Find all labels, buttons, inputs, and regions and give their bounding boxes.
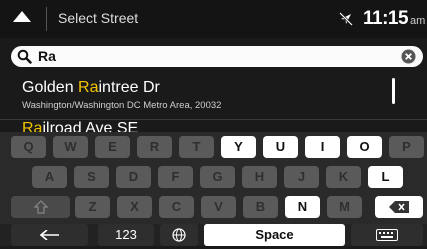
results-list: Golden Raintree Dr Washington/Washington… bbox=[0, 74, 427, 132]
key-u[interactable]: U bbox=[263, 136, 298, 158]
backspace-icon bbox=[389, 201, 409, 213]
key-k[interactable]: K bbox=[326, 166, 361, 188]
clock-ampm: am bbox=[410, 15, 426, 27]
gps-off-icon bbox=[338, 11, 354, 27]
key-c[interactable]: C bbox=[159, 196, 194, 218]
scrollbar[interactable] bbox=[392, 78, 395, 104]
clock-time: 11:15 bbox=[363, 8, 409, 29]
key-h[interactable]: H bbox=[242, 166, 277, 188]
back-arrow-icon[interactable] bbox=[13, 11, 31, 22]
language-key[interactable] bbox=[160, 224, 198, 246]
key-j[interactable]: J bbox=[284, 166, 319, 188]
keyboard-icon bbox=[376, 229, 398, 241]
key-d[interactable]: D bbox=[116, 166, 151, 188]
left-arrow-icon bbox=[39, 230, 60, 240]
keyboard-hide-key[interactable] bbox=[351, 224, 423, 246]
result-match: Ra bbox=[22, 120, 43, 132]
header-divider bbox=[46, 7, 47, 31]
page-title: Select Street bbox=[58, 10, 139, 26]
key-x[interactable]: X bbox=[117, 196, 152, 218]
shift-icon bbox=[33, 200, 48, 214]
keyboard-back-button[interactable] bbox=[11, 224, 88, 246]
key-s[interactable]: S bbox=[74, 166, 109, 188]
numbers-key[interactable]: 123 bbox=[98, 224, 154, 246]
on-screen-keyboard: QWERTYUIOP ASDFGHJKL ZXCVBNM 123 Space bbox=[0, 132, 427, 246]
key-z[interactable]: Z bbox=[75, 196, 110, 218]
key-l[interactable]: L bbox=[368, 166, 403, 188]
result-name: Golden Raintree Dr bbox=[22, 79, 160, 96]
search-field[interactable]: Ra bbox=[11, 46, 423, 67]
globe-icon bbox=[172, 228, 186, 242]
list-item[interactable]: Golden Raintree Dr Washington/Washington… bbox=[0, 74, 427, 118]
key-t[interactable]: T bbox=[179, 136, 214, 158]
backspace-key[interactable] bbox=[375, 196, 423, 218]
key-m[interactable]: M bbox=[327, 196, 362, 218]
result-subtitle: Washington/Washington DC Metro Area, 200… bbox=[22, 100, 222, 111]
key-b[interactable]: B bbox=[243, 196, 278, 218]
shift-key[interactable] bbox=[11, 196, 70, 218]
result-name: Railroad Ave SE bbox=[22, 120, 138, 132]
key-o[interactable]: O bbox=[347, 136, 382, 158]
top-bar: Select Street 11:15 am bbox=[0, 0, 427, 38]
space-key[interactable]: Space bbox=[204, 224, 345, 246]
key-a[interactable]: A bbox=[32, 166, 67, 188]
key-n[interactable]: N bbox=[285, 196, 320, 218]
result-match: Ra bbox=[78, 79, 99, 96]
key-r[interactable]: R bbox=[137, 136, 172, 158]
clear-icon[interactable] bbox=[401, 49, 416, 64]
key-w[interactable]: W bbox=[53, 136, 88, 158]
search-icon bbox=[17, 49, 32, 64]
search-input[interactable]: Ra bbox=[38, 48, 56, 64]
keyboard-bottom-row: 123 Space bbox=[0, 224, 427, 246]
key-e[interactable]: E bbox=[95, 136, 130, 158]
key-v[interactable]: V bbox=[201, 196, 236, 218]
list-item[interactable]: Railroad Ave SE bbox=[0, 119, 427, 132]
key-p[interactable]: P bbox=[389, 136, 424, 158]
key-i[interactable]: I bbox=[305, 136, 340, 158]
key-f[interactable]: F bbox=[158, 166, 193, 188]
key-g[interactable]: G bbox=[200, 166, 235, 188]
key-y[interactable]: Y bbox=[221, 136, 256, 158]
key-q[interactable]: Q bbox=[11, 136, 46, 158]
